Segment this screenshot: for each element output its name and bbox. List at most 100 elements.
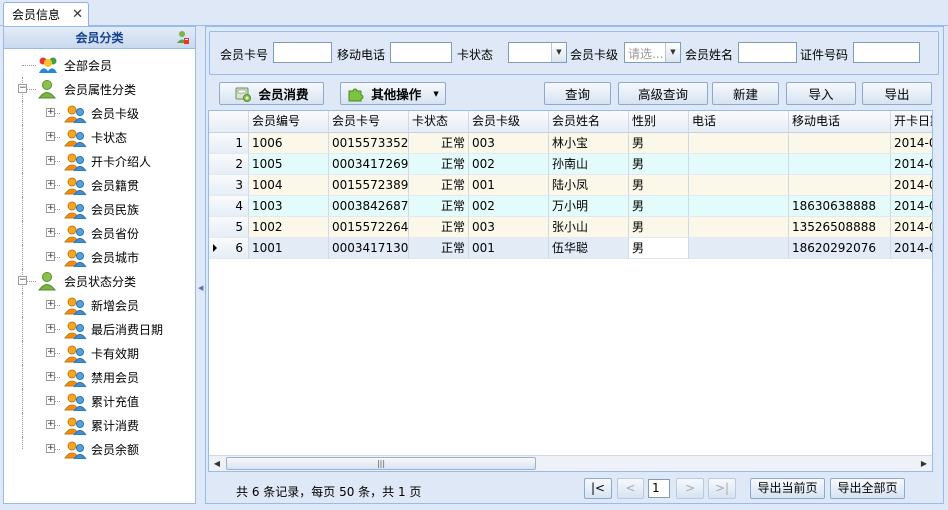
last-page-button[interactable]: >|	[708, 478, 736, 499]
chevron-down-icon[interactable]: ▼	[665, 43, 680, 62]
card-no-input[interactable]	[273, 42, 332, 63]
scrollbar-thumb[interactable]: |||	[226, 457, 536, 470]
expand-icon[interactable]: +	[46, 348, 55, 357]
row-number: 6	[209, 238, 249, 259]
tree-connector	[22, 341, 23, 365]
first-page-button[interactable]: |<	[584, 478, 612, 499]
card-status-label: 卡状态	[457, 48, 494, 62]
scroll-right-icon[interactable]: ▶	[916, 456, 932, 471]
table-cell	[689, 238, 789, 259]
page-number-input[interactable]: 1	[648, 479, 670, 498]
member-consume-button[interactable]: 会员消费	[219, 82, 324, 105]
column-header[interactable]: 开卡日期	[891, 111, 932, 133]
tree-node[interactable]: + 会员民族	[4, 197, 195, 221]
advanced-query-button[interactable]: 高级查询	[618, 82, 708, 105]
puzzle-icon	[348, 88, 364, 101]
tree-node[interactable]: + 最后消费日期	[4, 317, 195, 341]
collapse-arrow-icon[interactable]: ◀	[198, 284, 203, 292]
expand-icon[interactable]: +	[46, 372, 55, 381]
scroll-left-icon[interactable]: ◀	[209, 456, 225, 471]
column-header[interactable]: 会员卡号	[329, 111, 409, 133]
table-cell: 002	[469, 196, 549, 217]
collapse-icon[interactable]: −	[18, 84, 27, 93]
chevron-down-icon[interactable]: ▼	[551, 43, 566, 62]
cell-text: 2014-0	[894, 220, 933, 234]
column-header[interactable]	[209, 111, 249, 133]
member-name-input[interactable]	[738, 42, 797, 63]
tree-node[interactable]: + 会员省份	[4, 221, 195, 245]
tree-connector	[22, 437, 23, 449]
table-row[interactable]: 1 1006 0015573352 正常 003 林小宝 男 2014-0	[209, 133, 932, 154]
cell-text: 0003417130	[332, 241, 409, 255]
tree-node[interactable]: − 会员状态分类	[4, 269, 195, 293]
settings-user-icon[interactable]	[176, 30, 190, 45]
tree-node[interactable]: + 累计充值	[4, 389, 195, 413]
tree-node[interactable]: + 卡状态	[4, 125, 195, 149]
expand-icon[interactable]: +	[46, 132, 55, 141]
column-header[interactable]: 会员姓名	[549, 111, 629, 133]
expand-icon[interactable]: +	[46, 252, 55, 261]
close-icon[interactable]: ✕	[72, 7, 83, 22]
tree-node-label: 会员属性分类	[64, 83, 137, 97]
import-button[interactable]: 导入	[786, 82, 856, 105]
expand-icon[interactable]: +	[46, 180, 55, 189]
expand-icon[interactable]: +	[46, 108, 55, 117]
tree-node[interactable]: + 累计消费	[4, 413, 195, 437]
tree-node[interactable]: + 会员籍贯	[4, 173, 195, 197]
export-button[interactable]: 导出	[862, 82, 932, 105]
current-row-icon	[213, 244, 217, 252]
column-header[interactable]: 电话	[689, 111, 789, 133]
cell-text: 伍华聪	[552, 241, 589, 255]
table-cell: 2014-0	[891, 196, 932, 217]
tree-node[interactable]: + 会员城市	[4, 245, 195, 269]
tree-node-label: 新增会员	[91, 299, 140, 313]
tree-node[interactable]: + 禁用会员	[4, 365, 195, 389]
next-page-button[interactable]: >	[676, 478, 704, 499]
cell-text: 002	[472, 157, 495, 171]
export-current-page-button[interactable]: 导出当前页	[750, 478, 825, 499]
tree-node[interactable]: + 会员卡级	[4, 101, 195, 125]
prev-page-button[interactable]: <	[617, 478, 644, 499]
column-header[interactable]: 性别	[629, 111, 689, 133]
collapse-icon[interactable]: −	[18, 276, 27, 285]
expand-icon[interactable]: +	[46, 420, 55, 429]
panel-splitter[interactable]: ◀	[197, 26, 205, 504]
tree-node[interactable]: + 卡有效期	[4, 341, 195, 365]
tree-node-label: 开卡介绍人	[91, 155, 152, 169]
card-level-select[interactable]: 请选... ▼	[624, 42, 681, 63]
member-grid: 会员编号会员卡号卡状态会员卡级会员姓名性别电话移动电话开卡日期 1 1006 001…	[208, 110, 933, 472]
tree-node[interactable]: 全部会员	[4, 53, 195, 77]
table-cell: 0015572264	[329, 217, 409, 238]
table-row[interactable]: 5 1002 0015572264 正常 003 张小山 男 13526508888 2014-…	[209, 217, 933, 238]
export-all-pages-button[interactable]: 导出全部页	[830, 478, 905, 499]
column-header[interactable]: 移动电话	[789, 111, 891, 133]
expand-icon[interactable]: +	[46, 228, 55, 237]
expand-icon[interactable]: +	[46, 300, 55, 309]
table-row[interactable]: 6 1001 0003417130 正常 001 伍华聪 男 18620292076 2014-…	[209, 238, 932, 259]
expand-icon[interactable]: +	[46, 444, 55, 453]
mobile-input[interactable]	[390, 42, 452, 63]
tree-node[interactable]: − 会员属性分类	[4, 77, 195, 101]
query-button[interactable]: 查询	[544, 82, 611, 105]
cell-text: 正常	[440, 241, 465, 255]
expand-icon[interactable]: +	[46, 156, 55, 165]
table-row[interactable]: 4 1003 0003842687 正常 002 万小明 男 18630638888 2014-…	[209, 196, 932, 217]
tree-node[interactable]: + 开卡介绍人	[4, 149, 195, 173]
tree-node[interactable]: + 会员余额	[4, 437, 195, 461]
tab-member-info[interactable]: 会员信息 ✕	[3, 2, 89, 26]
card-status-select[interactable]: ▼	[508, 42, 567, 63]
expand-icon[interactable]: +	[46, 324, 55, 333]
column-header[interactable]: 会员卡级	[469, 111, 549, 133]
tree-node[interactable]: + 新增会员	[4, 293, 195, 317]
expand-icon[interactable]: +	[46, 204, 55, 213]
horizontal-scrollbar[interactable]: ◀ ||| ▶	[209, 455, 932, 471]
column-header[interactable]: 会员编号	[249, 111, 329, 133]
table-row[interactable]: 2 1005 0003417269 正常 002 孙南山 男 2014-0	[209, 154, 932, 175]
expand-icon[interactable]: +	[46, 396, 55, 405]
column-header[interactable]: 卡状态	[409, 111, 469, 133]
other-operations-button[interactable]: 其他操作 ▼	[340, 82, 446, 105]
tree-connector	[22, 389, 23, 413]
id-number-input[interactable]	[853, 42, 920, 63]
table-row[interactable]: 3 1004 0015572389 正常 001 陆小凤 男 2014-0	[209, 175, 932, 196]
new-button[interactable]: 新建	[712, 82, 779, 105]
